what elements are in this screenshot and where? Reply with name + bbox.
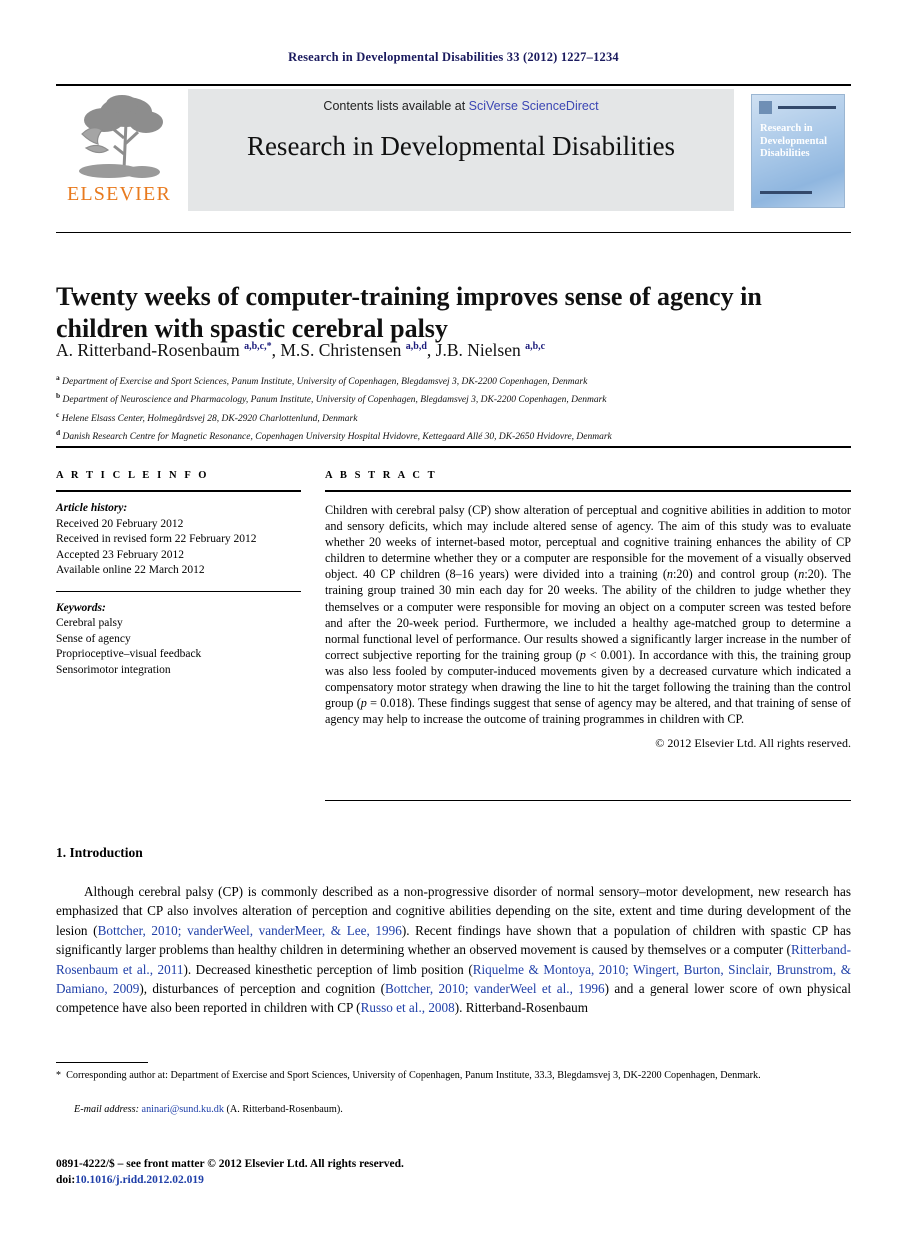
elsevier-tree-icon xyxy=(79,95,163,178)
page-title: Twenty weeks of computer-training improv… xyxy=(56,282,762,344)
history-item: Accepted 23 February 2012 xyxy=(56,548,185,561)
cover-rule-top xyxy=(778,106,836,109)
paper-page: Research in Developmental Disabilities 3… xyxy=(0,0,907,1238)
affiliation-a: a Department of Exercise and Sport Scien… xyxy=(56,373,588,388)
keywords-block: Keywords: Cerebral palsy Sense of agency P… xyxy=(56,601,301,679)
author-list: A. Ritterband-Rosenbaum a,b,c,*, M.S. Ch… xyxy=(56,340,546,360)
keyword-items: Cerebral palsy Sense of agency Propriocept… xyxy=(56,616,301,678)
history-item: Available online 22 March 2012 xyxy=(56,564,205,576)
affiliation-c: c Helene Elsass Center, Holmegårdsvej 28… xyxy=(56,409,358,424)
history-item: Received 20 February 2012 xyxy=(56,517,184,530)
cover-title: Research in Developmental Disabilities xyxy=(760,123,828,159)
sciencedirect-link[interactable]: SciVerse ScienceDirect xyxy=(469,99,599,113)
article-history-items: Received 20 February 2012 Received in rev… xyxy=(56,517,301,579)
article-info-column: A R T I C L E I N F O Article history: R… xyxy=(56,470,301,678)
cover-rule-bottom xyxy=(760,191,812,194)
email-note: E-mail address: aninari@sund.ku.dk (A. R… xyxy=(56,1104,851,1115)
affiliation-b: b Department of Neuroscience and Pharmac… xyxy=(56,391,607,406)
keyword-item: Sensorimotor integration xyxy=(56,663,171,676)
abstract-block-bottom-rule xyxy=(325,800,851,801)
doi-link[interactable]: 10.1016/j.ridd.2012.02.019 xyxy=(75,1174,204,1186)
abstract-column: A B S T R A C T Children with cerebral p… xyxy=(325,470,851,751)
affiliation-d: d Danish Research Centre for Magnetic Re… xyxy=(56,428,612,443)
contents-prefix: Contents lists available at xyxy=(323,99,469,113)
article-history: Article history: Received 20 February 20… xyxy=(56,501,301,579)
article-info-rule xyxy=(56,490,301,492)
abstract-text: Children with cerebral palsy (CP) show a… xyxy=(325,503,851,727)
running-head: Research in Developmental Disabilities 3… xyxy=(288,50,619,64)
keyword-item: Sense of agency xyxy=(56,632,131,645)
journal-cover-thumbnail: Research in Developmental Disabilities xyxy=(751,94,845,208)
imprint-block: 0891-4222/$ – see front matter © 2012 El… xyxy=(56,1157,851,1188)
email-suffix: (A. Ritterband-Rosenbaum). xyxy=(226,1104,343,1115)
doi-line: doi:10.1016/j.ridd.2012.02.019 xyxy=(56,1173,851,1189)
introduction-paragraph: Although cerebral palsy (CP) is commonly… xyxy=(56,884,852,1016)
abstract-heading: A B S T R A C T xyxy=(325,470,438,481)
abstract-copyright: © 2012 Elsevier Ltd. All rights reserved… xyxy=(655,736,851,751)
keywords-label: Keywords: xyxy=(56,601,106,614)
journal-masthead: ELSEVIER Contents lists available at Sci… xyxy=(56,84,851,211)
history-item: Received in revised form 22 February 201… xyxy=(56,533,257,545)
issn-line: 0891-4222/$ – see front matter © 2012 El… xyxy=(56,1158,404,1170)
keyword-item: Proprioceptive–visual feedback xyxy=(56,648,202,660)
doi-label: doi: xyxy=(56,1173,76,1186)
article-history-label: Article history: xyxy=(56,502,128,514)
section-heading-introduction: 1. Introduction xyxy=(56,845,143,860)
elsevier-wordmark: ELSEVIER xyxy=(66,183,172,205)
contents-line: Contents lists available at SciVerse Sci… xyxy=(188,99,734,113)
title-divider xyxy=(56,232,851,233)
keyword-item: Cerebral palsy xyxy=(56,617,123,629)
abstract-block-top-rule xyxy=(56,446,851,448)
corresponding-author-note: * Corresponding author at: Department of… xyxy=(56,1070,761,1081)
affiliation-list: a Department of Exercise and Sport Scien… xyxy=(56,371,856,444)
email-link[interactable]: aninari@sund.ku.dk xyxy=(142,1104,224,1115)
elsevier-logo: ELSEVIER xyxy=(56,92,182,208)
abstract-rule xyxy=(325,490,851,492)
footnote-rule xyxy=(56,1062,148,1063)
cover-logo-mark xyxy=(759,101,772,114)
keywords-rule xyxy=(56,590,301,592)
article-info-heading: A R T I C L E I N F O xyxy=(56,470,210,481)
journal-title: Research in Developmental Disabilities xyxy=(246,131,676,161)
email-label: E-mail address: xyxy=(74,1104,139,1115)
